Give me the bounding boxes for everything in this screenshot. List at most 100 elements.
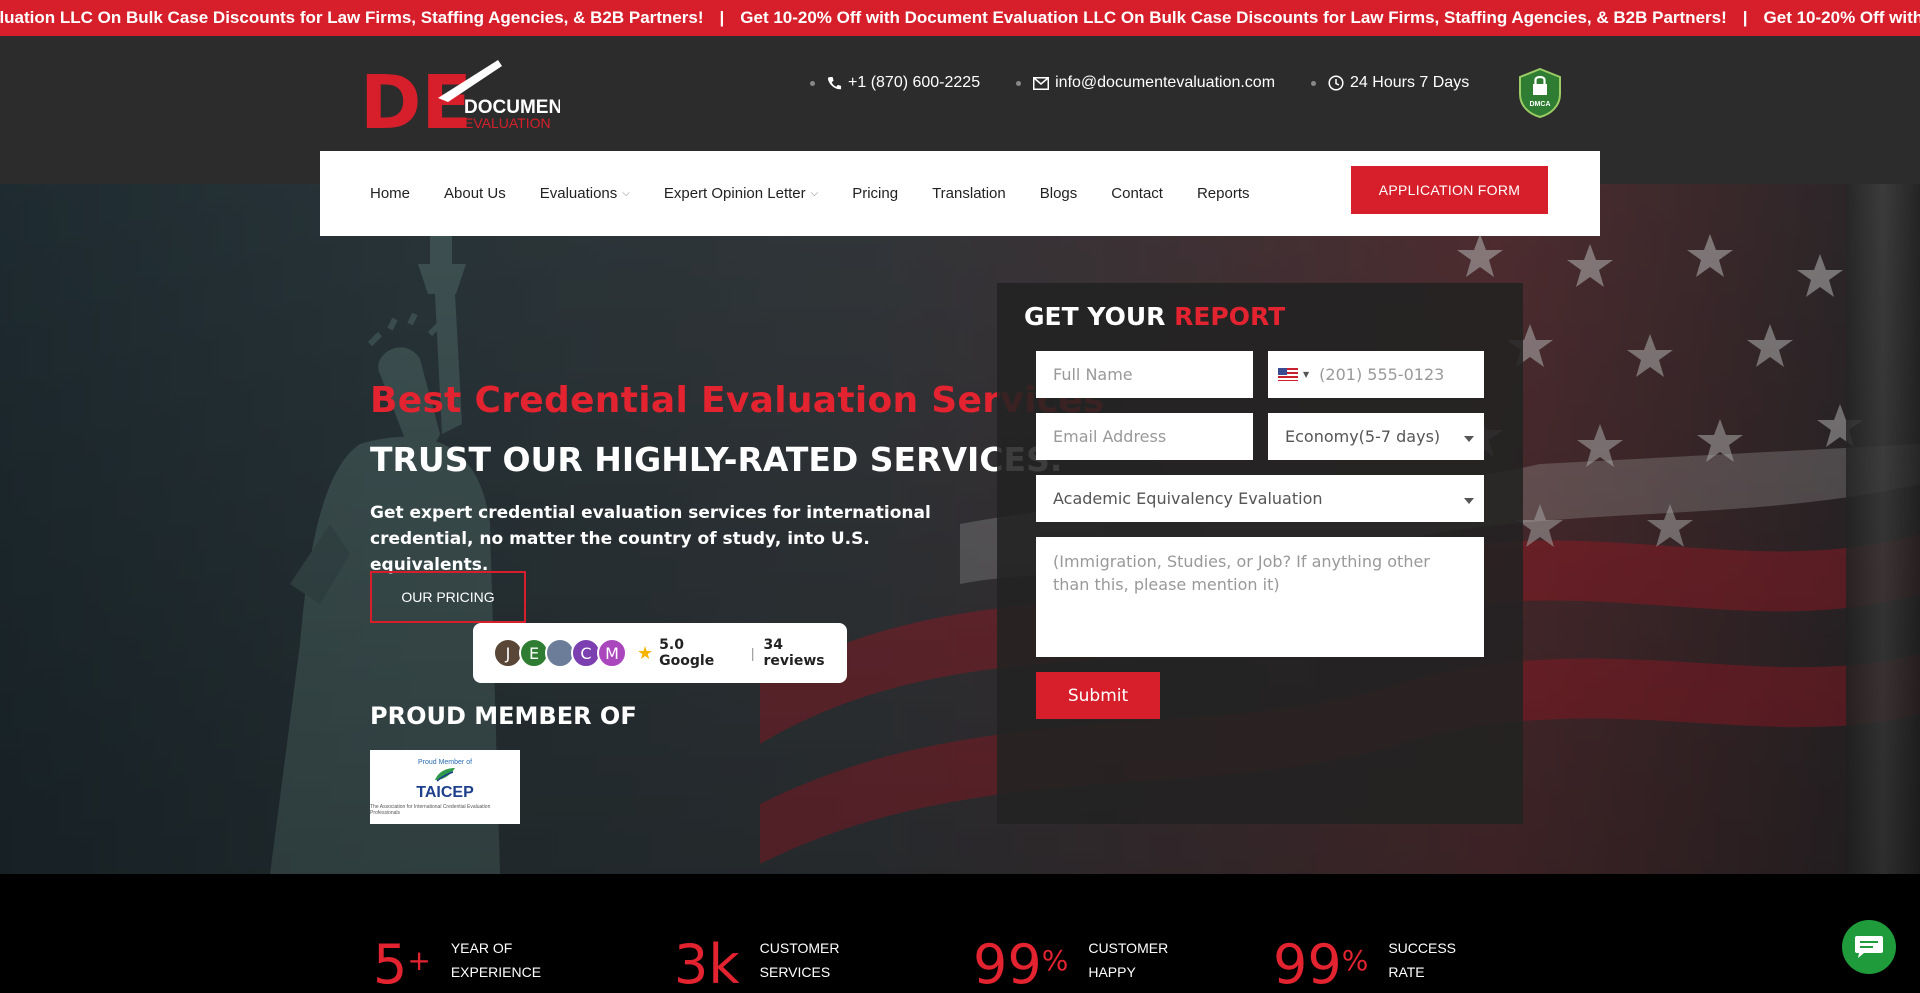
bullet-dot xyxy=(1311,80,1317,86)
chevron-down-icon: ⌵ xyxy=(622,188,630,199)
chevron-down-icon xyxy=(1464,497,1474,504)
stat-item: 99% SUCCESS RATE xyxy=(1273,936,1498,993)
email-contact[interactable]: info@documentevaluation.com xyxy=(1016,74,1275,92)
envelope-icon xyxy=(1033,76,1050,90)
nav-contact[interactable]: Contact xyxy=(1111,185,1163,202)
stat-line: EXPERIENCE xyxy=(450,964,542,980)
form-title: GET YOUR REPORT xyxy=(1024,302,1285,331)
full-name-placeholder: Full Name xyxy=(1053,365,1133,384)
phone-input[interactable]: ▼ (201) 555-0123 xyxy=(1268,351,1484,398)
contact-info: +1 (870) 600-2225 info@documentevaluatio… xyxy=(810,74,1505,92)
taicep-caption: Proud Member of xyxy=(417,758,473,766)
phone-contact[interactable]: +1 (870) 600-2225 xyxy=(810,74,980,92)
hero-description: Get expert credential evaluation service… xyxy=(370,503,931,575)
chevron-down-icon: ⌵ xyxy=(810,188,819,199)
stat-suffix: % xyxy=(1041,944,1069,977)
form-title-main: GET YOUR xyxy=(1024,302,1166,331)
taicep-name: TAICEP xyxy=(416,783,474,801)
dmca-label: DMCA xyxy=(1530,101,1551,108)
stat-number: 5+ xyxy=(373,936,431,993)
google-rating: 5.0 Google xyxy=(659,637,715,669)
phone-icon xyxy=(827,76,842,91)
google-reviews-widget[interactable]: J E C M ★ 5.0 Google | 34 reviews xyxy=(473,623,847,683)
chat-bubble-icon xyxy=(1855,936,1883,958)
member-heading: PROUD MEMBER OF xyxy=(370,702,637,730)
stats-section: 5+ YEAR OF EXPERIENCE 3k CUSTOMER SERVICES… xyxy=(0,874,1920,993)
form-title-accent: REPORT xyxy=(1174,302,1286,331)
nav-label: Home xyxy=(370,185,411,202)
stat-suffix: % xyxy=(1341,944,1369,977)
service-select[interactable]: Academic Equivalency Evaluation xyxy=(1036,475,1484,522)
stat-label: SUCCESS RATE xyxy=(1388,936,1498,984)
delivery-speed-select[interactable]: Economy(5-7 days) xyxy=(1268,413,1484,460)
announcement-track: aluation LLC On Bulk Case Discounts for … xyxy=(0,0,1920,36)
us-flag-icon[interactable] xyxy=(1278,368,1298,381)
nav-blogs[interactable]: Blogs xyxy=(1040,185,1078,202)
chevron-down-icon xyxy=(1464,435,1474,442)
dmca-badge[interactable]: DMCA xyxy=(1518,67,1562,119)
taicep-leaf-icon xyxy=(435,767,455,782)
logo-line2: EVALUATION xyxy=(464,115,551,131)
stat-line: CUSTOMER xyxy=(1088,940,1169,956)
review-count: 34 reviews xyxy=(763,637,825,669)
our-pricing-button[interactable]: OUR PRICING xyxy=(370,571,526,623)
nav-label: Expert Opinion Letter xyxy=(663,185,806,202)
email-input[interactable]: Email Address xyxy=(1036,413,1253,460)
nav-translation[interactable]: Translation xyxy=(932,185,1006,202)
hero-subtitle: TRUST OUR HIGHLY-RATED SERVICES. xyxy=(370,440,1063,479)
announcement-text: aluation LLC On Bulk Case Discounts for … xyxy=(0,8,704,27)
hero-title: Best Credential Evaluation Services xyxy=(370,380,1105,421)
bullet-dot xyxy=(1016,80,1022,86)
stat-line: CUSTOMER xyxy=(759,940,840,956)
nav-label: Blogs xyxy=(1039,185,1078,202)
nav-about-us[interactable]: About Us xyxy=(444,185,506,202)
caret-down-icon[interactable]: ▼ xyxy=(1303,370,1309,379)
stat-item: 99% CUSTOMER HAPPY xyxy=(973,936,1198,993)
nav-reports[interactable]: Reports xyxy=(1197,185,1250,202)
stat-value: 5 xyxy=(373,933,408,993)
chat-widget-button[interactable] xyxy=(1842,920,1896,974)
stat-value: 99 xyxy=(973,933,1042,993)
announcement-text: Get 10-20% Off with Document Evaluation … xyxy=(1763,8,1920,27)
purpose-placeholder: (Immigration, Studies, or Job? If anythi… xyxy=(1053,552,1430,594)
announcement-separator: | xyxy=(1742,8,1748,27)
purpose-textarea[interactable]: (Immigration, Studies, or Job? If anythi… xyxy=(1036,537,1484,657)
nav-evaluations[interactable]: Evaluations ⌵ xyxy=(540,185,630,202)
stat-line: SERVICES xyxy=(759,964,831,980)
site-logo[interactable]: DE DOCUMENT EVALUATION xyxy=(360,58,574,146)
reviewer-avatars: J E C M xyxy=(493,638,627,668)
stat-item: 5+ YEAR OF EXPERIENCE xyxy=(373,936,561,993)
delivery-speed-value: Economy(5-7 days) xyxy=(1285,427,1441,446)
nav-label: Evaluations xyxy=(539,185,618,202)
submit-button[interactable]: Submit xyxy=(1036,672,1160,719)
stat-line: YEAR OF xyxy=(450,940,513,956)
nav-expert-opinion-letter[interactable]: Expert Opinion Letter ⌵ xyxy=(664,185,818,202)
clock-icon xyxy=(1328,75,1344,91)
taicep-member-logo[interactable]: Proud Member of TAICEP The Association f… xyxy=(370,750,520,824)
stat-value: 99 xyxy=(1273,933,1342,993)
email-address: info@documentevaluation.com xyxy=(1055,74,1276,91)
service-value: Academic Equivalency Evaluation xyxy=(1053,489,1323,508)
bullet-dot xyxy=(810,80,815,86)
stat-label: YEAR OF EXPERIENCE xyxy=(451,936,561,984)
stat-suffix: + xyxy=(407,944,431,977)
announcement-bar: aluation LLC On Bulk Case Discounts for … xyxy=(0,0,1920,36)
application-form-button[interactable]: APPLICATION FORM xyxy=(1351,166,1548,214)
main-nav: Home About Us Evaluations ⌵ Expert Opinio… xyxy=(320,151,1600,236)
phone-placeholder: (201) 555-0123 xyxy=(1319,365,1445,384)
divider: | xyxy=(750,645,755,661)
stat-line: SUCCESS xyxy=(1388,940,1457,956)
stat-number: 99% xyxy=(1273,936,1368,993)
stat-number: 3k xyxy=(674,936,740,993)
hours-info: 24 Hours 7 Days xyxy=(1311,74,1469,92)
full-name-input[interactable]: Full Name xyxy=(1036,351,1253,398)
announcement-text: Get 10-20% Off with Document Evaluation … xyxy=(740,8,1727,27)
stat-value: 3k xyxy=(674,933,740,993)
nav-home[interactable]: Home xyxy=(370,185,410,202)
lock-icon xyxy=(1533,84,1547,95)
phone-number: +1 (870) 600-2225 xyxy=(848,74,981,91)
stat-line: RATE xyxy=(1388,964,1425,980)
nav-label: Translation xyxy=(932,185,1006,202)
nav-pricing[interactable]: Pricing xyxy=(852,185,898,202)
nav-label: About Us xyxy=(444,185,506,202)
